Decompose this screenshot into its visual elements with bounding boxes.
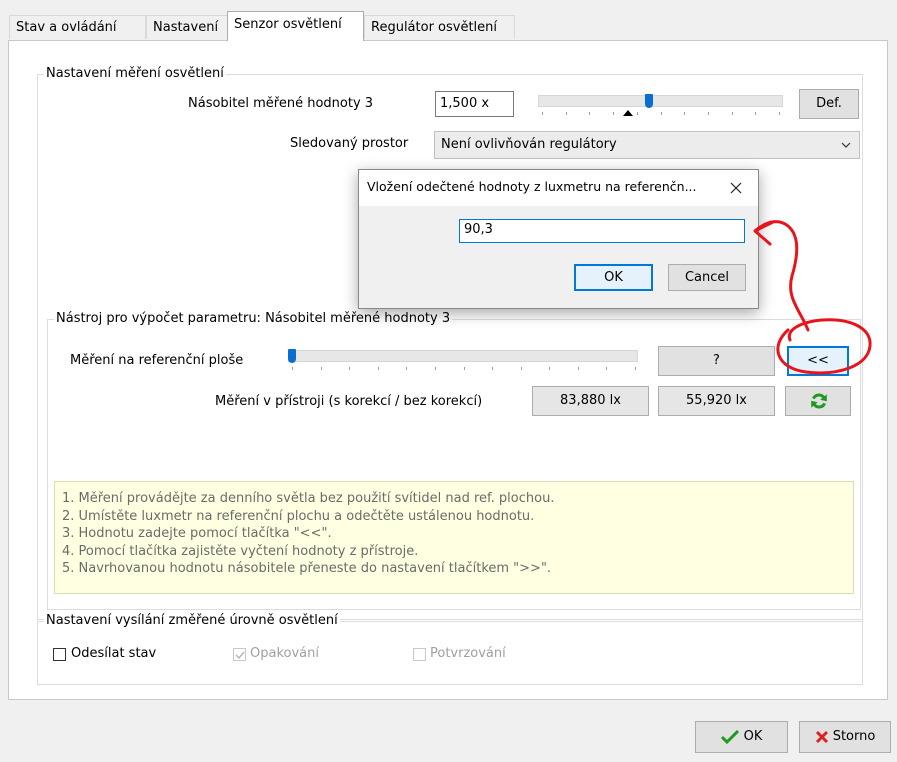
confirm-label: Potvrzování <box>430 646 506 661</box>
reference-slider-thumb[interactable] <box>288 349 296 363</box>
tab-label: Regulátor osvětlení <box>371 20 498 35</box>
tab-label: Senzor osvětlení <box>234 17 342 32</box>
slider-tick <box>635 367 636 370</box>
repeat-checkbox[interactable] <box>233 648 246 661</box>
multiplier-input[interactable]: 1,500 x <box>435 91 514 117</box>
tab-status-control[interactable]: Stav a ovládání <box>9 15 146 39</box>
tab-panel: Nastavení měření osvětlení Násobitel měř… <box>8 40 888 700</box>
slider-tick <box>578 367 579 370</box>
measurement-group: Nastavení měření osvětlení Násobitel měř… <box>37 66 863 620</box>
check-icon <box>235 651 245 660</box>
slider-tick <box>521 367 522 370</box>
dialog-title-bar: Vložení odečtené hodnoty z luxmetru na r… <box>359 170 758 206</box>
multiplier-slider-ticks <box>542 112 780 116</box>
dialog-ok-button[interactable]: OK <box>574 264 653 291</box>
slider-tick <box>378 367 379 370</box>
slider-tick <box>732 112 733 115</box>
slider-tick <box>755 112 756 115</box>
luxmeter-value-dialog: Vložení odečtené hodnoty z luxmetru na r… <box>358 169 759 309</box>
reference-measurement-label: Měření na referenční ploše <box>70 353 244 368</box>
slider-tick <box>661 112 662 115</box>
repeat-label: Opakování <box>250 646 319 661</box>
dialog-value-input[interactable]: 90,3 <box>459 219 745 243</box>
reference-slider-ticks <box>292 367 636 371</box>
slider-tick <box>492 367 493 370</box>
slider-tick <box>589 112 590 115</box>
tab-light-sensor[interactable]: Senzor osvětlení <box>227 11 364 41</box>
send-state-checkbox[interactable] <box>53 648 66 661</box>
tab-label: Stav a ovládání <box>16 20 117 35</box>
refresh-button[interactable] <box>785 386 851 416</box>
read-device-button[interactable]: ? <box>658 346 775 376</box>
slider-tick <box>321 367 322 370</box>
monitored-space-select[interactable]: Není ovlivňován regulátory <box>434 131 860 159</box>
slider-tick <box>606 367 607 370</box>
slider-tick <box>566 112 567 115</box>
slider-tick <box>349 367 350 370</box>
calculation-tool-title: Nástroj pro výpočet parametru: Násobitel… <box>54 311 453 326</box>
slider-tick <box>542 112 543 115</box>
cancel-button-label: Storno <box>832 729 876 744</box>
tab-light-regulator[interactable]: Regulátor osvětlení <box>364 15 515 39</box>
slider-tick <box>435 367 436 370</box>
reference-slider-track <box>288 350 638 362</box>
multiplier-slider-track <box>538 95 783 107</box>
slider-tick <box>708 112 709 115</box>
slider-tick <box>292 367 293 370</box>
slider-tick <box>637 112 638 115</box>
instruction-line: 4. Pomocí tlačítka zajistěte vyčtení hod… <box>62 543 419 559</box>
slider-tick <box>464 367 465 370</box>
x-mark-icon <box>815 730 828 743</box>
close-icon <box>730 182 742 194</box>
checkmark-icon <box>720 729 739 744</box>
device-measurement-label: Měření v přístroji (s korekcí / bez kore… <box>215 394 483 409</box>
multiplier-label: Násobitel měřené hodnoty 3 <box>188 96 374 111</box>
default-marker-icon <box>623 110 633 116</box>
tab-settings[interactable]: Nastavení <box>146 15 228 39</box>
measurement-group-title: Nastavení měření osvětlení <box>44 66 226 81</box>
default-button[interactable]: Def. <box>799 89 859 119</box>
ok-button[interactable]: OK <box>695 721 788 753</box>
chevron-down-icon <box>841 142 851 148</box>
monitored-space-value: Není ovlivňován regulátory <box>441 137 617 152</box>
insert-value-button[interactable]: << <box>787 346 849 376</box>
sending-group-title: Nastavení vysílání změřené úrovně osvětl… <box>44 613 340 628</box>
value-with-correction: 83,880 lx <box>532 386 649 416</box>
instructions-panel: 1. Měření provádějte za denního světla b… <box>54 481 854 594</box>
tab-label: Nastavení <box>153 20 219 35</box>
confirm-checkbox[interactable] <box>413 648 426 661</box>
instruction-line: 1. Měření provádějte za denního světla b… <box>62 491 555 506</box>
slider-tick <box>779 112 780 115</box>
value-without-correction: 55,920 lx <box>658 386 775 416</box>
dialog-cancel-button[interactable]: Cancel <box>668 264 746 291</box>
calculation-tool-group: Nástroj pro výpočet parametru: Násobitel… <box>47 311 861 610</box>
instruction-line: 5. Navrhovanou hodnotu násobitele přenes… <box>62 561 552 576</box>
sending-group: Nastavení vysílání změřené úrovně osvětl… <box>37 613 863 685</box>
dialog-title: Vložení odečtené hodnoty z luxmetru na r… <box>367 179 697 194</box>
instruction-line: 2. Umístěte luxmetr na referenční plochu… <box>62 508 535 524</box>
slider-tick <box>613 112 614 115</box>
cancel-button[interactable]: Storno <box>799 721 891 753</box>
multiplier-slider-thumb[interactable] <box>644 94 653 108</box>
monitored-space-label: Sledovaný prostor <box>290 136 409 151</box>
instruction-line: 3. Hodnotu zadejte pomocí tlačítka "<<". <box>62 526 332 541</box>
refresh-icon <box>811 393 827 409</box>
ok-button-label: OK <box>743 729 763 744</box>
slider-tick <box>684 112 685 115</box>
slider-tick <box>549 367 550 370</box>
dialog-close-button[interactable] <box>720 174 752 202</box>
tab-strip: Stav a ovládání Nastavení Senzor osvětle… <box>0 0 897 42</box>
slider-tick <box>406 367 407 370</box>
send-state-label: Odesílat stav <box>71 646 157 661</box>
